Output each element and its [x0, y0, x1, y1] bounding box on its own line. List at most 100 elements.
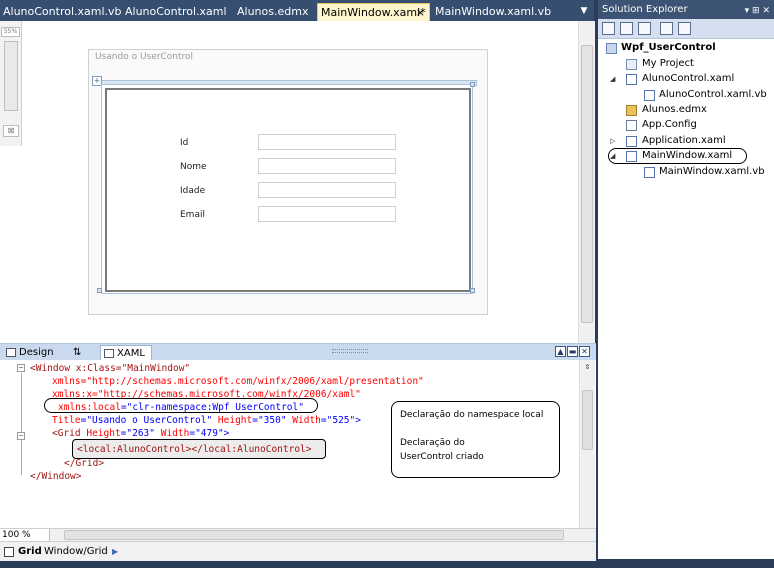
solution-explorer-footer [598, 559, 774, 568]
label-nome: Nome [180, 162, 207, 172]
code-line-6: <Grid Height="263" Width="479"> [52, 427, 229, 440]
code-line-1: <Window x:Class="MainWindow" [30, 362, 190, 375]
zoom-fit-icon[interactable]: ⊠ [3, 125, 19, 137]
code-window-open: <Window x:Class="MainWindow" [30, 363, 191, 374]
swap-panes-button[interactable]: ⇅ [65, 345, 89, 360]
xaml-icon [104, 349, 114, 358]
scroll-thumb[interactable] [582, 390, 593, 450]
collapse-arrow-icon[interactable]: ◢ [610, 149, 615, 163]
document-tab-bar: AlunoControl.xaml.vb AlunoControl.xaml A… [0, 0, 594, 21]
tab-alunos-edmx[interactable]: Alunos.edmx [234, 3, 316, 21]
tab-alunocontrol-xaml[interactable]: AlunoControl.xaml [122, 3, 234, 21]
textbox-email[interactable] [258, 206, 396, 222]
tree-item-label: Application.xaml [642, 135, 726, 146]
code-value: ="479"> [189, 428, 230, 439]
breadcrumb: Grid Window/Grid ▶ [0, 541, 596, 561]
xaml-vertical-scrollbar[interactable]: ⇕ [579, 360, 595, 528]
annotation-callout: Declaração do namespace local Declaração… [391, 401, 560, 478]
tab-alunocontrol-xaml-vb[interactable]: AlunoControl.xaml.vb [0, 3, 122, 21]
tree-item-alunos-edmx[interactable]: Alunos.edmx [626, 103, 707, 117]
tree-item-alunocontrol-xaml[interactable]: ◢ AlunoControl.xaml [610, 72, 734, 86]
scroll-thumb[interactable] [581, 45, 593, 323]
tree-item-label: Alunos.edmx [642, 104, 707, 115]
code-value: ="525"> [320, 415, 361, 426]
window-preview[interactable]: Usando o UserControl + Id Nome Idade Ema… [88, 49, 488, 315]
tree-item-project[interactable]: Wpf_UserControl [606, 41, 716, 55]
collapse-arrow-icon[interactable]: ◢ [610, 72, 615, 86]
grid-icon [4, 547, 14, 557]
code-line-8: </Grid> [64, 458, 105, 469]
tab-mainwindow-xaml-vb[interactable]: MainWindow.xaml.vb [432, 3, 552, 21]
breadcrumb-path[interactable]: Window/Grid [44, 542, 108, 561]
annotation-namespace: Declaração do namespace local [400, 410, 544, 420]
view-code-icon[interactable] [660, 22, 673, 35]
tab-mainwindow-xaml[interactable]: MainWindow.xaml* × [317, 3, 430, 21]
tree-item-app-config[interactable]: App.Config [626, 118, 697, 132]
code-attr: Width [292, 415, 321, 426]
zoom-slider[interactable] [4, 41, 18, 111]
tab-label: MainWindow.xaml.vb [435, 5, 552, 18]
tab-label: MainWindow.xaml* [321, 6, 426, 19]
scroll-thumb[interactable] [64, 530, 564, 540]
textbox-id[interactable] [258, 134, 396, 150]
textbox-nome[interactable] [258, 158, 396, 174]
window-preview-title: Usando o UserControl [95, 52, 193, 62]
label-id: Id [180, 138, 189, 148]
tree-item-label: AlunoControl.xaml.vb [659, 89, 767, 100]
xaml-file-icon [626, 136, 637, 147]
code-line-4: xmlns:local="clr-namespace:Wpf_UserContr… [58, 401, 304, 414]
tree-item-mainwindow-xaml-vb[interactable]: MainWindow.xaml.vb [644, 165, 765, 179]
editor-bottom-bar: 100 % [0, 528, 596, 541]
refresh-icon[interactable] [638, 22, 651, 35]
alunocontrol-preview[interactable]: Id Nome Idade Email [105, 88, 471, 292]
design-surface[interactable]: 55% ⊠ Usando o UserControl + Id Nome Ida… [0, 21, 596, 343]
fold-window-icon[interactable]: − [17, 364, 25, 372]
code-line-5: Title="Usando o UserControl" Height="350… [52, 414, 361, 427]
xaml-file-icon [626, 151, 637, 162]
resize-handle[interactable] [97, 288, 102, 293]
code-value: ="clr-namespace:Wpf_UserControl" [120, 402, 304, 413]
tab-xaml[interactable]: XAML [100, 345, 152, 360]
resize-handle[interactable] [470, 82, 475, 87]
splitter-grip[interactable] [332, 349, 368, 353]
tab-label: AlunoControl.xaml.vb [3, 5, 122, 18]
properties-icon[interactable] [602, 22, 615, 35]
close-tab-icon[interactable]: × [416, 4, 425, 21]
tree-item-application-xaml[interactable]: ▷ Application.xaml [610, 134, 726, 148]
show-all-files-icon[interactable] [620, 22, 633, 35]
code-line-7: <local:AlunoControl></local:AlunoControl… [77, 444, 312, 455]
code-line-9: </Window> [30, 471, 82, 482]
breadcrumb-root[interactable]: Grid [18, 542, 42, 561]
tree-item-alunocontrol-xaml-vb[interactable]: AlunoControl.xaml.vb [644, 88, 767, 102]
horizontal-scrollbar[interactable] [52, 530, 578, 540]
view-designer-icon[interactable] [678, 22, 691, 35]
collapse-pane-icon[interactable]: ✕ [579, 346, 590, 357]
swap-icon: ⇅ [73, 347, 82, 358]
split-editor-icon[interactable]: ⇕ [581, 361, 594, 374]
designer-vertical-scrollbar[interactable] [578, 21, 595, 343]
vb-file-icon [644, 167, 655, 178]
design-xaml-split-bar: Design ⇅ XAML ▲ ▬ ✕ [0, 343, 596, 360]
xaml-editor[interactable]: − − <Window x:Class="MainWindow" xmlns="… [0, 360, 596, 528]
editor-margin [0, 360, 14, 528]
horizontal-split-icon[interactable]: ▬ [567, 346, 578, 357]
expand-arrow-icon[interactable]: ▷ [610, 134, 615, 148]
fold-grid-icon[interactable]: − [17, 432, 25, 440]
expand-pane-icon[interactable]: ▲ [555, 346, 566, 357]
code-line-3: xmlns:x="http://schemas.microsoft.com/wi… [52, 389, 361, 400]
resize-handle[interactable] [470, 288, 475, 293]
tab-design-label: Design [19, 347, 54, 358]
code-value: ="350" [252, 415, 287, 426]
breadcrumb-arrow-icon[interactable]: ▶ [112, 542, 118, 561]
zoom-combo[interactable]: 100 % [0, 529, 50, 541]
tab-design[interactable]: Design [3, 345, 55, 360]
solution-explorer-title-text: Solution Explorer [602, 4, 688, 15]
tree-item-mainwindow-xaml[interactable]: ◢ MainWindow.xaml [610, 149, 733, 163]
tree-item-my-project[interactable]: My Project [626, 57, 694, 71]
label-idade: Idade [180, 186, 206, 196]
code-attr: Height [217, 415, 253, 426]
my-project-icon [626, 59, 637, 70]
tree-item-label: MainWindow.xaml [642, 150, 733, 161]
textbox-idade[interactable] [258, 182, 396, 198]
tab-menu-icon[interactable]: ▼ [578, 5, 590, 17]
